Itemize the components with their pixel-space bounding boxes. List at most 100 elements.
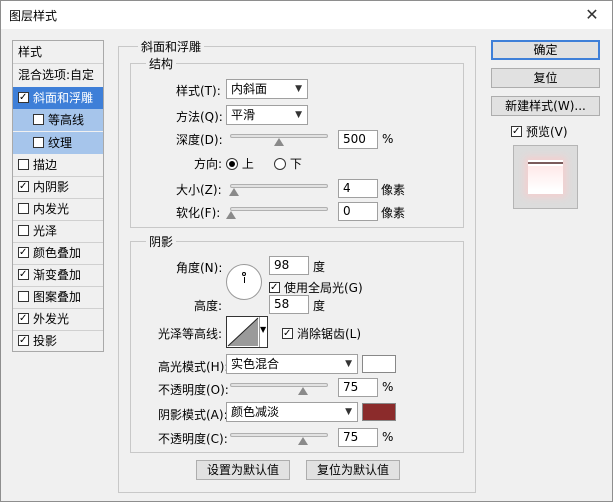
style-item-contour[interactable]: 等高线 <box>13 109 103 131</box>
checkbox-icon[interactable] <box>511 126 522 137</box>
depth-unit: % <box>382 132 394 146</box>
soften-unit: 像素 <box>381 206 406 220</box>
direction-label: 方向: <box>194 157 223 171</box>
style-select[interactable]: 内斜面 ▼ <box>226 79 308 99</box>
altitude-unit: 度 <box>313 299 326 313</box>
shading-title: 阴影 <box>146 233 177 250</box>
altitude-input[interactable]: 58 <box>269 295 309 314</box>
gloss-contour-label: 光泽等高线: <box>158 327 223 341</box>
style-item-inner-shadow[interactable]: 内阴影 <box>13 176 103 198</box>
checkbox-icon[interactable] <box>18 181 29 192</box>
shadow-opacity-unit: % <box>382 430 394 444</box>
depth-slider-handle[interactable] <box>274 138 284 146</box>
style-list: 样式 混合选项:自定 斜面和浮雕 等高线 纹理 描边 内阴影 内发光 光泽 颜色… <box>12 40 104 352</box>
reset-default-button[interactable]: 复位为默认值 <box>306 460 400 480</box>
highlight-color-swatch[interactable] <box>362 355 396 373</box>
global-light-option[interactable]: 使用全局光(G) <box>269 279 363 296</box>
direction-down-option[interactable]: 下 <box>274 155 302 172</box>
shadow-color-swatch[interactable] <box>362 403 396 421</box>
ok-button[interactable]: 确定 <box>491 40 600 60</box>
checkbox-icon[interactable] <box>18 335 29 346</box>
angle-input[interactable]: 98 <box>269 256 309 275</box>
window-title: 图层样式 <box>9 9 58 23</box>
soften-slider-handle[interactable] <box>226 211 236 219</box>
shadow-opacity-label: 不透明度(C): <box>158 432 228 446</box>
shadow-opacity-handle[interactable] <box>298 437 308 445</box>
style-label: 样式(T): <box>176 84 221 98</box>
method-select[interactable]: 平滑 ▼ <box>226 105 308 125</box>
chevron-down-icon: ▼ <box>345 359 352 369</box>
altitude-label: 高度: <box>194 299 223 313</box>
style-item-drop-shadow[interactable]: 投影 <box>13 330 103 352</box>
checkbox-icon[interactable] <box>18 247 29 258</box>
angle-marker-icon <box>242 272 246 276</box>
gloss-contour-picker[interactable]: ▼ <box>226 316 268 348</box>
preview-option[interactable]: 预览(V) <box>511 123 568 140</box>
structure-title: 结构 <box>146 55 177 72</box>
style-preview-thumbnail <box>513 145 578 209</box>
shadow-mode-select[interactable]: 颜色减淡 ▼ <box>226 402 358 422</box>
style-item-stroke[interactable]: 描边 <box>13 154 103 176</box>
angle-label: 角度(N): <box>176 261 223 275</box>
checkbox-icon[interactable] <box>18 269 29 280</box>
size-slider-track[interactable] <box>230 184 328 188</box>
style-item-texture[interactable]: 纹理 <box>13 132 103 154</box>
preview-swatch <box>528 160 563 194</box>
close-icon[interactable]: ✕ <box>579 4 605 26</box>
checkbox-icon[interactable] <box>18 159 29 170</box>
checkbox-icon[interactable] <box>33 137 44 148</box>
checkbox-icon[interactable] <box>18 291 29 302</box>
radio-icon[interactable] <box>274 158 286 170</box>
soften-label: 软化(F): <box>176 206 221 220</box>
chevron-down-icon: ▼ <box>345 407 352 417</box>
style-item-color-overlay[interactable]: 颜色叠加 <box>13 242 103 264</box>
highlight-opacity-input[interactable]: 75 <box>338 378 378 397</box>
blend-options-item[interactable]: 混合选项:自定 <box>13 64 103 86</box>
highlight-mode-label: 高光模式(H): <box>158 360 229 374</box>
style-item-inner-glow[interactable]: 内发光 <box>13 198 103 220</box>
angle-unit: 度 <box>313 260 326 274</box>
checkbox-icon[interactable] <box>18 313 29 324</box>
size-input[interactable]: 4 <box>338 179 378 198</box>
style-item-bevel[interactable]: 斜面和浮雕 <box>13 87 103 109</box>
chevron-down-icon: ▼ <box>260 325 267 334</box>
contour-curve-icon <box>227 317 259 347</box>
method-label: 方法(Q): <box>176 110 223 124</box>
checkbox-icon[interactable] <box>18 225 29 236</box>
depth-label: 深度(D): <box>176 133 223 147</box>
checkbox-icon[interactable] <box>18 203 29 214</box>
highlight-opacity-handle[interactable] <box>298 387 308 395</box>
checkbox-icon[interactable] <box>282 328 293 339</box>
direction-up-option[interactable]: 上 <box>226 155 254 172</box>
size-unit: 像素 <box>381 183 406 197</box>
new-style-button[interactable]: 新建样式(W)... <box>491 96 600 116</box>
style-item-outer-glow[interactable]: 外发光 <box>13 308 103 330</box>
highlight-opacity-unit: % <box>382 380 394 394</box>
highlight-opacity-track[interactable] <box>230 383 328 387</box>
soften-input[interactable]: 0 <box>338 202 378 221</box>
style-item-gradient-overlay[interactable]: 渐变叠加 <box>13 264 103 286</box>
checkbox-icon[interactable] <box>33 114 44 125</box>
shadow-opacity-track[interactable] <box>230 433 328 437</box>
checkbox-icon[interactable] <box>18 92 29 103</box>
antialias-option[interactable]: 消除锯齿(L) <box>282 325 361 342</box>
size-label: 大小(Z): <box>176 183 222 197</box>
size-slider-handle[interactable] <box>229 188 239 196</box>
radio-selected-icon[interactable] <box>226 158 238 170</box>
make-default-button[interactable]: 设置为默认值 <box>196 460 290 480</box>
style-item-pattern-overlay[interactable]: 图案叠加 <box>13 286 103 308</box>
highlight-mode-select[interactable]: 实色混合 ▼ <box>226 354 358 374</box>
checkbox-icon[interactable] <box>269 282 280 293</box>
shadow-opacity-input[interactable]: 75 <box>338 428 378 447</box>
title-bar: 图层样式 ✕ <box>1 1 612 29</box>
chevron-down-icon: ▼ <box>295 84 302 94</box>
style-list-header: 样式 <box>18 45 43 59</box>
reset-button[interactable]: 复位 <box>491 68 600 88</box>
chevron-down-icon: ▼ <box>295 110 302 120</box>
style-item-satin[interactable]: 光泽 <box>13 220 103 242</box>
soften-slider-track[interactable] <box>230 207 328 211</box>
shadow-mode-label: 阴影模式(A): <box>158 408 228 422</box>
angle-dial[interactable] <box>226 264 262 300</box>
highlight-opacity-label: 不透明度(O): <box>158 383 229 397</box>
depth-input[interactable]: 500 <box>338 130 378 149</box>
